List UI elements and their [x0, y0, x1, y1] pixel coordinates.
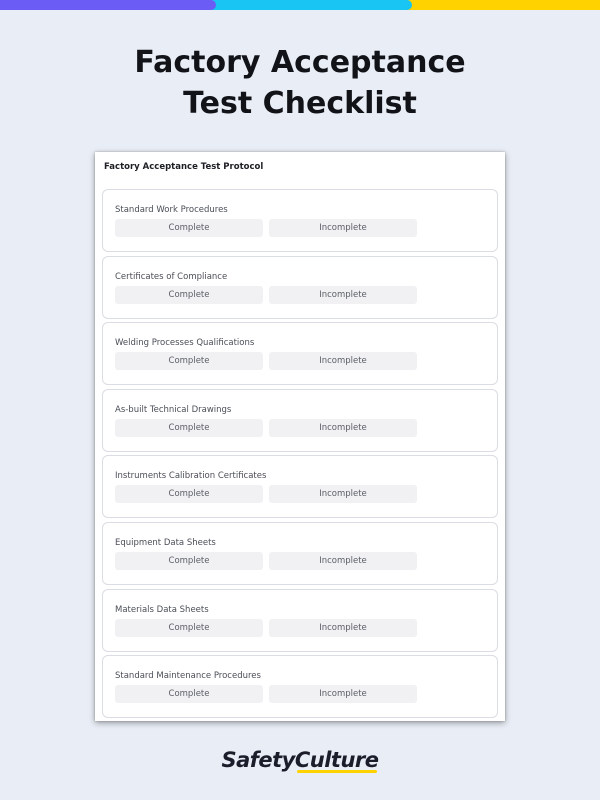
complete-option-button[interactable]: Complete	[115, 286, 263, 304]
incomplete-option-button[interactable]: Incomplete	[269, 619, 417, 637]
top-bar-cyan-segment	[208, 0, 412, 10]
page-title-line-2: Test Checklist	[183, 86, 417, 121]
complete-option-button[interactable]: Complete	[115, 619, 263, 637]
incomplete-option-button[interactable]: Incomplete	[269, 485, 417, 503]
complete-option-button[interactable]: Complete	[115, 485, 263, 503]
incomplete-option-button[interactable]: Incomplete	[269, 419, 417, 437]
complete-option-button[interactable]: Complete	[115, 419, 263, 437]
top-color-bar	[0, 0, 600, 10]
incomplete-option-button[interactable]: Incomplete	[269, 286, 417, 304]
checklist-item: Certificates of Compliance Complete Incomp…	[102, 256, 498, 319]
incomplete-option-button[interactable]: Incomplete	[269, 685, 417, 703]
complete-option-button[interactable]: Complete	[115, 685, 263, 703]
incomplete-option-button[interactable]: Incomplete	[269, 552, 417, 570]
complete-option-button[interactable]: Complete	[115, 352, 263, 370]
checklist-item-label: Standard Work Procedures	[115, 205, 228, 215]
checklist-item-label: As-built Technical Drawings	[115, 405, 232, 415]
checklist-item: Instruments Calibration Certificates Comp…	[102, 455, 498, 518]
checklist-item-label: Equipment Data Sheets	[115, 538, 216, 548]
checklist-item: Standard Work Procedures Complete Incomple…	[102, 189, 498, 252]
brand-logo: SafetyCulture	[0, 748, 600, 773]
checklist-item: As-built Technical Drawings Complete Incom…	[102, 389, 498, 452]
checklist-item-label: Materials Data Sheets	[115, 605, 209, 615]
checklist-item-label: Certificates of Compliance	[115, 272, 228, 282]
checklist-item: Standard Maintenance Procedures Complete I…	[102, 655, 498, 718]
complete-option-button[interactable]: Complete	[115, 552, 263, 570]
checklist-item: Welding Processes Qualifications Complete…	[102, 322, 498, 385]
incomplete-option-button[interactable]: Incomplete	[269, 352, 417, 370]
checklist-sheet: Factory Acceptance Test Protocol Standar…	[95, 152, 505, 721]
checklist-item-label: Instruments Calibration Certificates	[115, 471, 267, 481]
checklist-item: Materials Data Sheets Complete Incomplete	[102, 589, 498, 652]
checklist-item-label: Standard Maintenance Procedures	[115, 671, 261, 681]
sheet-title: Factory Acceptance Test Protocol	[104, 162, 264, 172]
checklist-item: Equipment Data Sheets Complete Incomplete	[102, 522, 498, 585]
brand-logo-part-1: Safety	[221, 748, 295, 772]
checklist-item-label: Welding Processes Qualifications	[115, 338, 255, 348]
page-title: Factory Acceptance Test Checklist	[0, 42, 600, 124]
page-title-line-1: Factory Acceptance	[134, 45, 466, 80]
top-bar-yellow-segment	[404, 0, 600, 10]
top-bar-purple-segment	[0, 0, 216, 10]
incomplete-option-button[interactable]: Incomplete	[269, 219, 417, 237]
brand-logo-part-2: Culture	[294, 748, 379, 773]
complete-option-button[interactable]: Complete	[115, 219, 263, 237]
